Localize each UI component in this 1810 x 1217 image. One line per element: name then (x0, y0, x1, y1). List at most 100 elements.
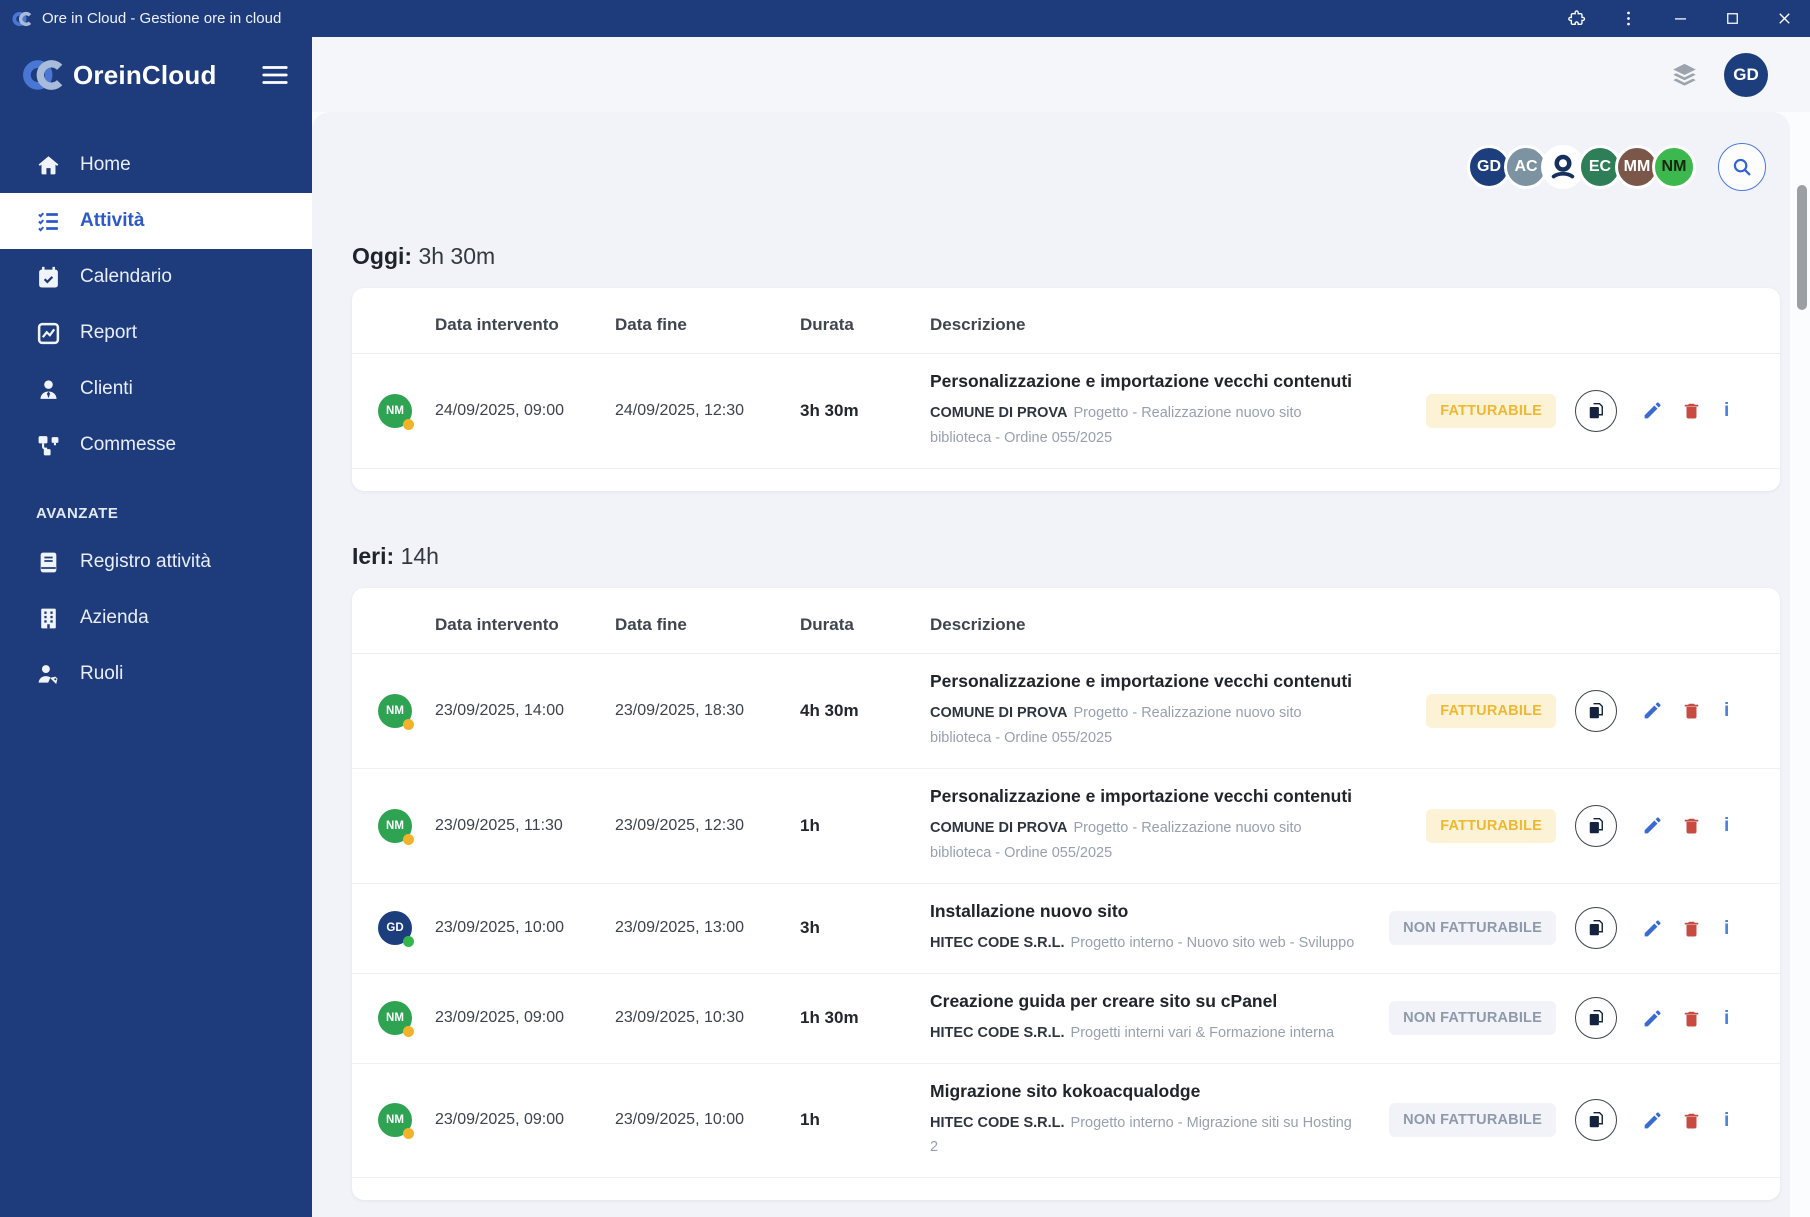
edit-button[interactable] (1642, 815, 1663, 836)
trash-icon (1681, 918, 1702, 939)
activity-title: Migrazione sito kokoacqualodge (930, 1081, 1357, 1102)
duplicate-button[interactable] (1575, 907, 1617, 949)
table-body: NM 23/09/2025, 14:00 23/09/2025, 18:30 4… (352, 654, 1780, 1179)
clients-icon (36, 377, 61, 402)
report-icon (36, 321, 61, 346)
table-header: Data intervento Data fine Durata Descriz… (352, 288, 1780, 354)
sidebar-item-label: Clienti (80, 378, 133, 400)
sidebar-nav: HomeAttivitàCalendarioReport Clienti Comme… (0, 113, 312, 473)
pencil-icon (1642, 400, 1663, 421)
brand-name: OreinCloud (73, 60, 217, 91)
edit-button[interactable] (1642, 918, 1663, 939)
scrollbar-thumb[interactable] (1797, 185, 1807, 310)
sidebar-item-home[interactable]: Home (0, 137, 312, 193)
client-name: COMUNE DI PROVA (930, 705, 1068, 721)
sidebar-nav-advanced: Registro attivitàAziendaRuoli (0, 534, 312, 702)
edit-button[interactable] (1642, 1008, 1663, 1029)
day-section: Ieri: 14h Data intervento Data fine Dura… (352, 543, 1790, 1201)
duration: 1h (800, 1110, 930, 1130)
duration: 3h 30m (800, 401, 930, 421)
user-avatar: NM (378, 694, 412, 728)
day-total-hours: 14h (401, 543, 439, 569)
extensions-button[interactable] (1550, 0, 1602, 37)
column-header: Descrizione (930, 315, 1371, 335)
user-avatar: NM (378, 1103, 412, 1137)
edit-button[interactable] (1642, 400, 1663, 421)
duplicate-button[interactable] (1575, 805, 1617, 847)
minimize-button[interactable] (1654, 0, 1706, 37)
info-button[interactable]: i (1720, 401, 1733, 420)
description-cell: Personalizzazione e importazione vecchi … (930, 786, 1371, 866)
delete-button[interactable] (1681, 1110, 1702, 1131)
edit-button[interactable] (1642, 700, 1663, 721)
trash-icon (1681, 700, 1702, 721)
sidebar-item-report[interactable]: Report (0, 305, 312, 361)
sections: Oggi: 3h 30m Data intervento Data fine D… (312, 243, 1790, 1217)
day-label: Oggi: (352, 243, 412, 269)
billable-badge: FATTURABILE (1426, 394, 1556, 428)
sidebar-toggle-button[interactable] (260, 60, 290, 90)
status-dot (403, 834, 414, 845)
copy-icon (1586, 1110, 1606, 1130)
activities-card: Data intervento Data fine Durata Descriz… (352, 288, 1780, 491)
table-header: Data intervento Data fine Durata Descriz… (352, 588, 1780, 654)
info-button[interactable]: i (1720, 701, 1733, 720)
pencil-icon (1642, 1110, 1663, 1131)
window-titlebar: Ore in Cloud - Gestione ore in cloud (0, 0, 1810, 37)
sidebar-item-attivita[interactable]: Attività (0, 193, 312, 249)
current-user-avatar[interactable]: GD (1724, 53, 1768, 97)
search-button[interactable] (1718, 143, 1766, 191)
start-datetime: 24/09/2025, 09:00 (435, 402, 615, 420)
info-icon: i (1724, 401, 1729, 420)
delete-button[interactable] (1681, 700, 1702, 721)
edit-button[interactable] (1642, 1110, 1663, 1131)
delete-button[interactable] (1681, 400, 1702, 421)
info-button[interactable]: i (1720, 816, 1733, 835)
sidebar-item-ruoli[interactable]: Ruoli (0, 646, 312, 702)
delete-button[interactable] (1681, 918, 1702, 939)
sidebar-item-registro-attivita[interactable]: Registro attività (0, 534, 312, 590)
billable-badge: FATTURABILE (1426, 694, 1556, 728)
end-datetime: 23/09/2025, 10:30 (615, 1009, 800, 1027)
user-avatar: NM (378, 1001, 412, 1035)
day-total-hours: 3h 30m (418, 243, 495, 269)
sidebar-item-commesse[interactable]: Commesse (0, 417, 312, 473)
sidebar-item-clienti[interactable]: Clienti (0, 361, 312, 417)
table-row: NM 23/09/2025, 09:00 23/09/2025, 10:30 1… (352, 974, 1780, 1064)
column-header: Data fine (615, 315, 800, 335)
info-icon: i (1724, 1111, 1729, 1130)
maximize-button[interactable] (1706, 0, 1758, 37)
pencil-icon (1642, 700, 1663, 721)
info-button[interactable]: i (1720, 919, 1733, 938)
project-detail: Progetto interno - Nuovo sito web - Svil… (1071, 935, 1355, 951)
team-avatar-group: GDACECMMNM (1467, 145, 1696, 189)
activity-title: Creazione guida per creare sito su cPane… (930, 991, 1357, 1012)
billable-badge: NON FATTURABILE (1389, 1103, 1556, 1137)
close-button[interactable] (1758, 0, 1810, 37)
start-datetime: 23/09/2025, 09:00 (435, 1111, 615, 1129)
sidebar-item-calendario[interactable]: Calendario (0, 249, 312, 305)
table-row: NM 23/09/2025, 14:00 23/09/2025, 18:30 4… (352, 654, 1780, 769)
team-avatar-nm[interactable]: NM (1652, 145, 1696, 189)
delete-button[interactable] (1681, 815, 1702, 836)
dots-icon (1619, 9, 1638, 28)
duplicate-button[interactable] (1575, 997, 1617, 1039)
info-button[interactable]: i (1720, 1009, 1733, 1028)
puzzle-icon (1567, 9, 1586, 28)
maximize-icon (1723, 9, 1742, 28)
day-heading: Ieri: 14h (352, 543, 1790, 570)
roles-icon (36, 662, 61, 687)
sidebar-item-azienda[interactable]: Azienda (0, 590, 312, 646)
layers-button[interactable] (1671, 61, 1698, 88)
duplicate-button[interactable] (1575, 690, 1617, 732)
client-name: HITEC CODE S.R.L. (930, 1115, 1065, 1131)
end-datetime: 23/09/2025, 18:30 (615, 702, 800, 720)
duplicate-button[interactable] (1575, 390, 1617, 432)
delete-button[interactable] (1681, 1008, 1702, 1029)
status-dot (403, 719, 414, 730)
browser-menu-button[interactable] (1602, 0, 1654, 37)
main-area: GD GDACECMMNM Oggi: 3h 30m Data interven… (312, 37, 1810, 1217)
info-button[interactable]: i (1720, 1111, 1733, 1130)
status-dot (403, 1026, 414, 1037)
duplicate-button[interactable] (1575, 1099, 1617, 1141)
